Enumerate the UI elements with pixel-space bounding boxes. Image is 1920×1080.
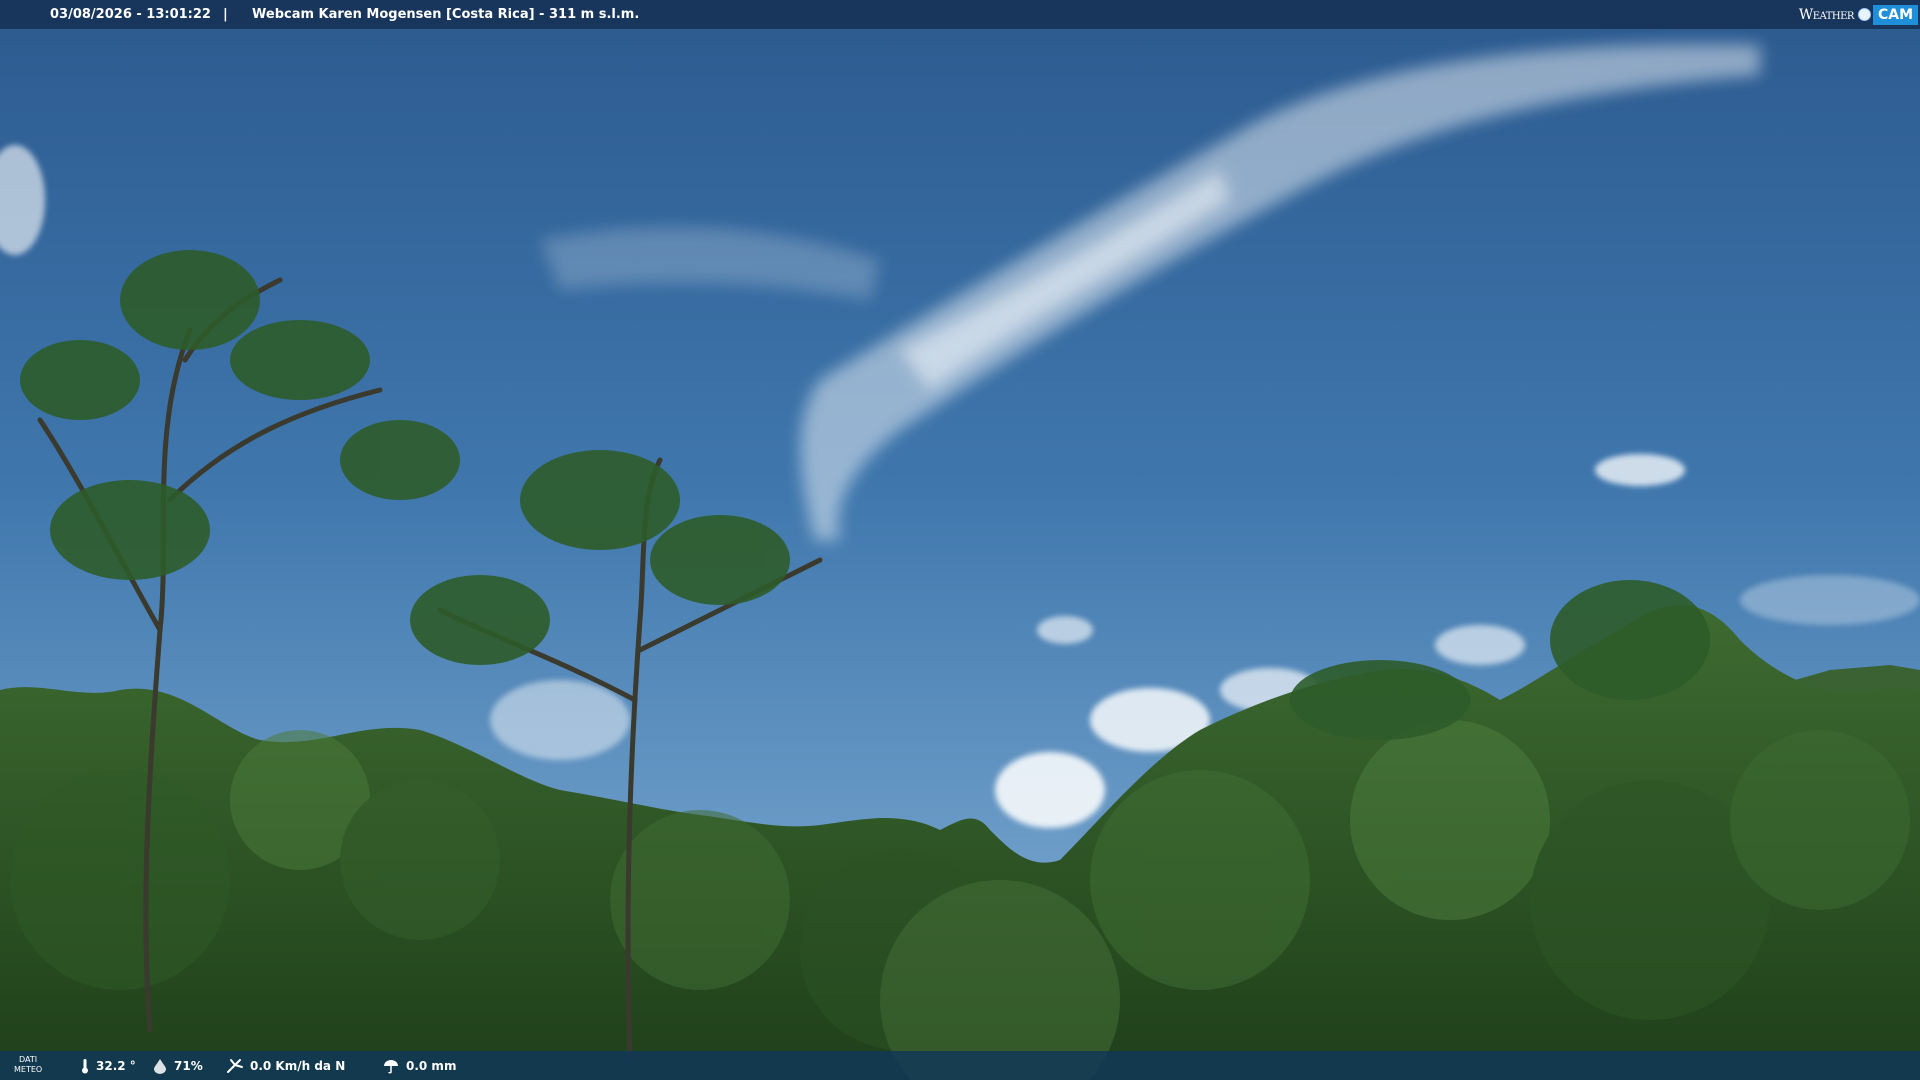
- thermometer-icon: [82, 1059, 88, 1074]
- logo-weather-text: Weather: [1798, 6, 1855, 23]
- top-info-bar: 03/08/2026 - 13:01:22 | Webcam Karen Mog…: [0, 0, 1920, 29]
- rain-reading: 0.0 mm: [382, 1058, 456, 1074]
- datetime-label: 03/08/2026 - 13:01:22: [50, 7, 211, 22]
- rain-gauge-icon: [384, 1060, 398, 1074]
- humidity-drop-icon: [154, 1059, 166, 1074]
- separator: |: [223, 7, 228, 22]
- webcam-image: [0, 0, 1920, 1080]
- humidity-value: 71%: [174, 1059, 203, 1073]
- logo-cam-text: CAM: [1872, 4, 1918, 25]
- wind-icon: [227, 1059, 243, 1073]
- weather-data-bar: DATI METEO 32.2 ° 71% 0.0 Km/h da N 0.0 …: [0, 1051, 1920, 1080]
- rain-value: 0.0 mm: [406, 1059, 457, 1073]
- location-label: Webcam Karen Mogensen [Costa Rica] - 311…: [252, 7, 640, 22]
- logo-dot-icon: [1857, 8, 1871, 21]
- label-line2: METEO: [14, 1065, 43, 1074]
- weather-data-label: DATI METEO: [14, 1055, 42, 1075]
- temperature-value: 32.2 °: [96, 1059, 136, 1073]
- label-line1: DATI: [19, 1055, 38, 1064]
- wind-reading: 0.0 Km/h da N: [226, 1058, 345, 1074]
- wind-value: 0.0 Km/h da N: [250, 1059, 346, 1073]
- weathercam-logo[interactable]: Weather CAM: [1797, 2, 1918, 27]
- humidity-reading: 71%: [152, 1058, 203, 1074]
- temperature-reading: 32.2 °: [80, 1058, 136, 1074]
